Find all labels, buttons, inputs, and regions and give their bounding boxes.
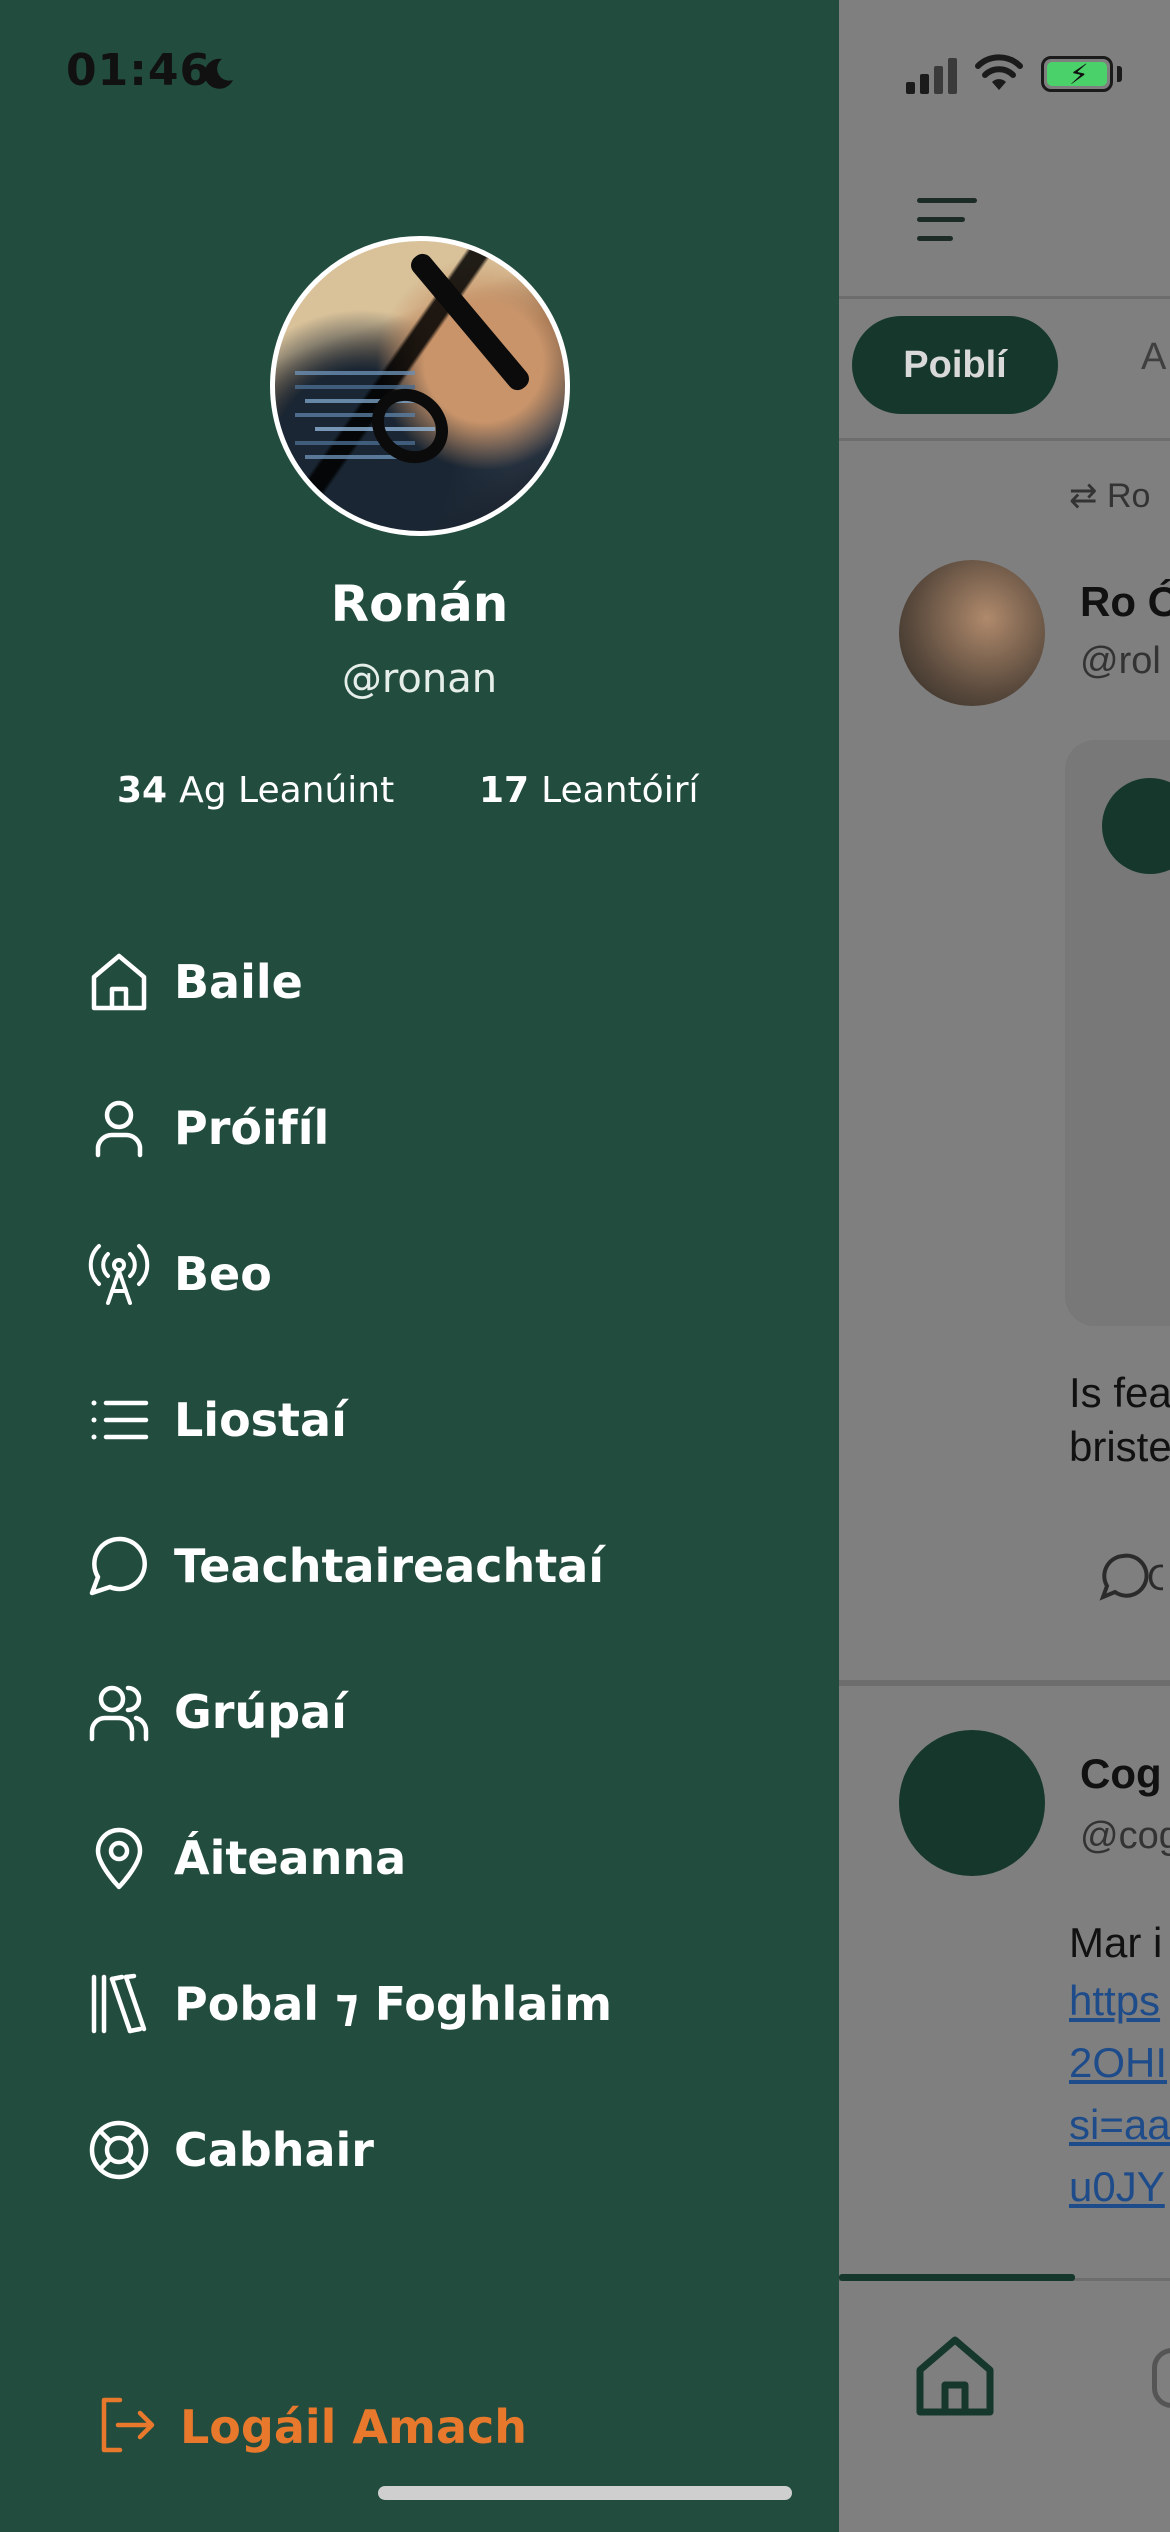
status-time: 01:46 xyxy=(66,45,212,96)
repost-icon: ⇄ xyxy=(1069,477,1098,515)
menu-item-label: Próifíl xyxy=(174,1101,330,1155)
post2-author-avatar[interactable] xyxy=(899,1730,1045,1876)
header-divider xyxy=(839,296,1170,299)
menu-item-label: Grúpaí xyxy=(174,1685,347,1739)
post2-author-handle: @cog xyxy=(1080,1815,1170,1857)
post-divider xyxy=(839,1680,1170,1686)
menu-item-help[interactable]: Cabhair xyxy=(84,2095,784,2205)
menu-item-label: Áiteanna xyxy=(174,1831,407,1885)
followers-stat[interactable]: 17 Leantóirí xyxy=(479,770,699,811)
battery-icon: ⚡ xyxy=(1041,56,1113,92)
menu-item-messages[interactable]: Teachtaireachtaí xyxy=(84,1511,784,1621)
list-icon xyxy=(84,1385,154,1455)
menu-item-profile[interactable]: Próifíl xyxy=(84,1073,784,1183)
tab-public[interactable]: Poiblí xyxy=(852,316,1058,414)
menu-item-live[interactable]: Beo xyxy=(84,1219,784,1329)
menu-item-community-learning[interactable]: Pobal ⁊ Foghlaim xyxy=(84,1949,784,2059)
logout-icon xyxy=(96,2394,158,2460)
do-not-disturb-moon-icon xyxy=(204,58,233,89)
navigation-drawer: 01:46 Ronán @ronan 34 Ag Leanúint 17 Leant… xyxy=(0,0,839,2532)
post-text-line: Is fea xyxy=(1069,1369,1170,1416)
repost-indicator: ⇄ Ro xyxy=(1069,476,1150,516)
menu-item-label: Liostaí xyxy=(174,1393,347,1447)
menu-item-label: Cabhair xyxy=(174,2123,374,2177)
wifi-icon xyxy=(975,54,1023,90)
post-text-line: briste xyxy=(1069,1423,1170,1470)
status-bar-right: ⚡ xyxy=(839,0,1170,150)
post2-link[interactable]: https 2OHI si=aa u0JY xyxy=(1069,1970,1170,2218)
tabs-divider xyxy=(839,438,1170,441)
tab-next[interactable]: A xyxy=(1141,336,1166,379)
broadcast-icon xyxy=(84,1239,154,1309)
library-icon xyxy=(84,1969,154,2039)
menu-item-places[interactable]: Áiteanna xyxy=(84,1803,784,1913)
following-label: Ag Leanúint xyxy=(179,770,395,811)
post-text: Is fea briste xyxy=(1069,1366,1170,1474)
users-icon xyxy=(84,1677,154,1747)
menu-item-label: Baile xyxy=(174,955,303,1009)
following-stat[interactable]: 34 Ag Leanúint xyxy=(117,770,394,811)
home-icon xyxy=(84,947,154,1017)
profile-handle: @ronan xyxy=(341,656,498,702)
logout-label: Logáil Amach xyxy=(180,2400,528,2454)
user-icon xyxy=(84,1093,154,1163)
logout-button[interactable]: Logáil Amach xyxy=(96,2372,527,2482)
followers-label: Leantóirí xyxy=(541,770,699,811)
menu-toggle-icon[interactable] xyxy=(917,196,977,244)
tabbar-active-indicator xyxy=(839,2274,1075,2281)
post2-text: Mar i xyxy=(1069,1919,1163,1966)
menu-item-label: Teachtaireachtaí xyxy=(174,1539,605,1593)
lifebuoy-icon xyxy=(84,2115,154,2185)
battery-nub xyxy=(1117,66,1122,82)
comment-icon[interactable]: C xyxy=(1093,1552,1163,1602)
chat-bubble-icon xyxy=(84,1531,154,1601)
followers-count: 17 xyxy=(479,770,530,811)
post-author-handle: @rol xyxy=(1080,640,1161,682)
post2-author-name[interactable]: Cog xyxy=(1080,1750,1162,1798)
profile-avatar[interactable] xyxy=(270,236,570,536)
following-count: 34 xyxy=(117,770,168,811)
post-author-avatar[interactable] xyxy=(899,560,1045,706)
menu-item-home[interactable]: Baile xyxy=(84,927,784,1037)
menu-item-label: Beo xyxy=(174,1247,272,1301)
home-tab-icon[interactable] xyxy=(910,2330,1000,2420)
menu-item-lists[interactable]: Liostaí xyxy=(84,1365,784,1475)
home-indicator[interactable] xyxy=(378,2486,792,2500)
repost-label: Ro xyxy=(1106,477,1151,515)
background-feed: ⚡ Poiblí A ⇄ Ro Ro Ó @rol Is fea briste … xyxy=(839,0,1170,2532)
map-pin-icon xyxy=(84,1823,154,1893)
cellular-signal-icon xyxy=(906,56,960,94)
menu-item-groups[interactable]: Grúpaí xyxy=(84,1657,784,1767)
comment-count: C xyxy=(1147,1557,1163,1598)
menu-item-label: Pobal ⁊ Foghlaim xyxy=(174,1977,613,2031)
profile-name[interactable]: Ronán xyxy=(0,575,839,633)
post-author-name[interactable]: Ro Ó xyxy=(1080,578,1170,626)
next-tab-icon[interactable] xyxy=(1152,2348,1170,2408)
